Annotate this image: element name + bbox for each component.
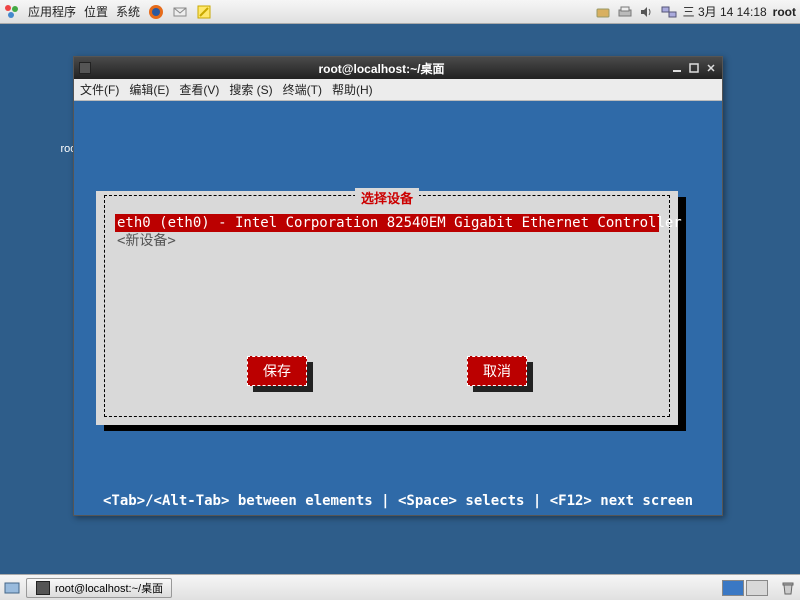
terminal-window: root@localhost:~/桌面 文件(F) 编辑(E) 查看(V) 搜索…	[73, 56, 723, 516]
window-title: root@localhost:~/桌面	[96, 60, 667, 77]
menu-view[interactable]: 查看(V)	[179, 81, 219, 98]
printer-icon[interactable]	[617, 4, 633, 20]
tui-hint-line: <Tab>/<Alt-Tab> between elements | <Spac…	[74, 493, 722, 509]
taskbar-item-terminal[interactable]: root@localhost:~/桌面	[26, 578, 172, 598]
menu-edit[interactable]: 编辑(E)	[129, 81, 169, 98]
update-icon[interactable]	[595, 4, 611, 20]
cancel-button[interactable]: 取消	[467, 356, 527, 386]
menu-applications[interactable]: 应用程序	[28, 3, 76, 20]
user-menu[interactable]: root	[773, 5, 796, 19]
menu-search[interactable]: 搜索 (S)	[229, 81, 272, 98]
tui-dialog-border: 选择设备 eth0 (eth0) - Intel Corporation 825…	[104, 195, 670, 417]
show-desktop-icon[interactable]	[4, 580, 20, 596]
tui-dialog-title: 选择设备	[355, 188, 419, 207]
maximize-button[interactable]	[687, 61, 701, 75]
firefox-icon[interactable]	[148, 4, 164, 20]
menu-file[interactable]: 文件(F)	[80, 81, 119, 98]
minimize-button[interactable]	[670, 61, 684, 75]
tui-dialog: 选择设备 eth0 (eth0) - Intel Corporation 825…	[96, 191, 678, 425]
menu-help[interactable]: 帮助(H)	[332, 81, 373, 98]
gnome-top-panel: 应用程序 位置 系统 三 3月 14 14:18 root	[0, 0, 800, 24]
menu-system[interactable]: 系统	[116, 3, 140, 20]
note-icon[interactable]	[196, 4, 212, 20]
save-button[interactable]: 保存	[247, 356, 307, 386]
device-item-new[interactable]: <新设备>	[115, 232, 659, 250]
terminal-menubar: 文件(F) 编辑(E) 查看(V) 搜索 (S) 终端(T) 帮助(H)	[74, 79, 722, 101]
terminal-body: 选择设备 eth0 (eth0) - Intel Corporation 825…	[74, 101, 722, 515]
menu-places[interactable]: 位置	[84, 3, 108, 20]
terminal-task-icon	[35, 580, 51, 596]
taskbar-item-label: root@localhost:~/桌面	[55, 580, 163, 596]
trash-icon[interactable]	[780, 580, 796, 596]
network-icon[interactable]	[661, 4, 677, 20]
menu-terminal[interactable]: 终端(T)	[283, 81, 322, 98]
tui-button-row: 保存 取消	[105, 356, 669, 386]
window-titlebar[interactable]: root@localhost:~/桌面	[74, 57, 722, 79]
workspace-1[interactable]	[722, 580, 744, 596]
device-item-eth0[interactable]: eth0 (eth0) - Intel Corporation 82540EM …	[115, 214, 659, 232]
close-button[interactable]	[704, 61, 718, 75]
distro-icon	[4, 4, 20, 20]
mail-icon[interactable]	[172, 4, 188, 20]
gnome-bottom-panel: root@localhost:~/桌面	[0, 574, 800, 600]
clock[interactable]: 三 3月 14 14:18	[683, 3, 767, 20]
workspace-2[interactable]	[746, 580, 768, 596]
terminal-app-icon	[78, 61, 92, 75]
volume-icon[interactable]	[639, 4, 655, 20]
workspace-switcher[interactable]	[722, 580, 768, 596]
